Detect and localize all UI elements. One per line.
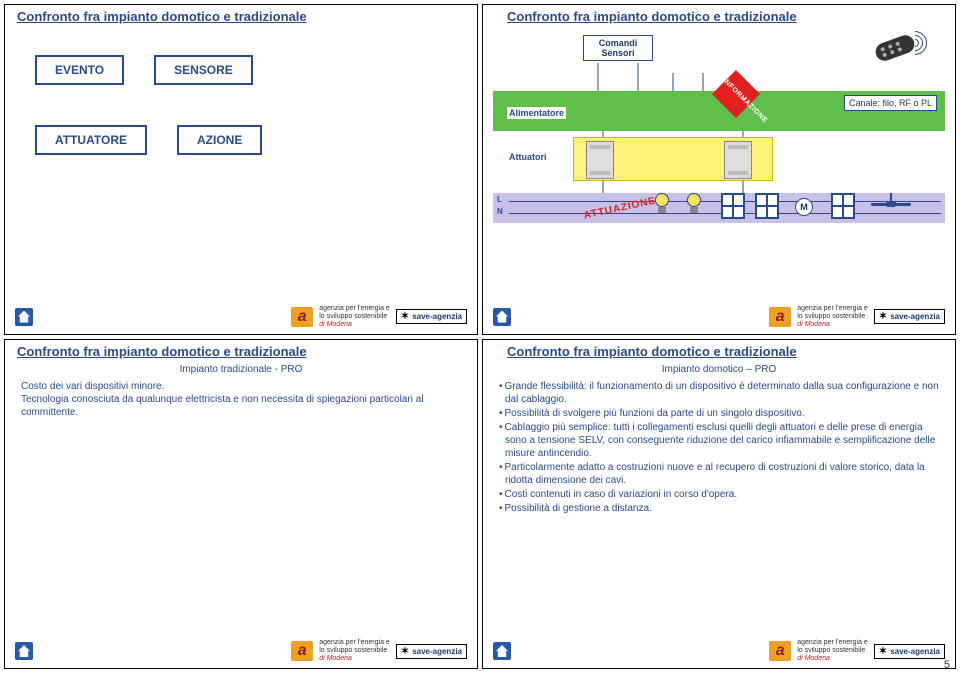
attuatori-label: Attuatori bbox=[507, 151, 549, 163]
slide2-footer: a agenzia per l'energia e lo sviluppo so… bbox=[493, 306, 945, 328]
alimentatore-label: Alimentatore bbox=[507, 107, 566, 119]
slide3-title: Confronto fra impianto domotico e tradiz… bbox=[17, 344, 465, 359]
box-sensore: SENSORE bbox=[154, 55, 253, 85]
save-label: save bbox=[412, 312, 430, 321]
slide4-bullet: Possibilità di gestione a distanza. bbox=[499, 502, 939, 515]
m-label: M bbox=[800, 202, 808, 212]
slide2-title: Confronto fra impianto domotico e tradiz… bbox=[507, 9, 943, 24]
box-evento: EVENTO bbox=[35, 55, 124, 85]
slide4-subtitle: Impianto domotico – PRO bbox=[483, 364, 955, 375]
agency-text: agenzia per l'energia e lo sviluppo sost… bbox=[797, 639, 868, 663]
slide-3: Confronto fra impianto domotico e tradiz… bbox=[4, 339, 478, 670]
save-badge: ✶ save-agenzia bbox=[874, 644, 945, 659]
agency-a-icon: a bbox=[769, 307, 791, 327]
slide3-subtitle: Impianto tradizionale - PRO bbox=[5, 364, 477, 375]
agency-text: agenzia per l'energia e lo sviluppo sost… bbox=[319, 639, 390, 663]
slide1-row2: ATTUATORE AZIONE bbox=[35, 125, 262, 155]
save-sub: -agenzia bbox=[430, 312, 462, 321]
slide4-title: Confronto fra impianto domotico e tradiz… bbox=[507, 344, 943, 359]
slide1-row1: EVENTO SENSORE bbox=[35, 55, 262, 85]
din-module-icon bbox=[724, 141, 752, 179]
slide4-footer: a agenzia per l'energia e lo sviluppo so… bbox=[493, 640, 945, 662]
save-badge: ✶ save-agenzia bbox=[396, 644, 467, 659]
house-icon bbox=[15, 308, 33, 326]
slide4-bullet: Possibilità di svolgere più funzioni da … bbox=[499, 407, 939, 420]
save-badge: ✶ save-agenzia bbox=[874, 309, 945, 324]
page-grid: Confronto fra impianto domotico e tradiz… bbox=[0, 0, 960, 673]
slide4-list: Grande flessibilità: il funzionamento di… bbox=[499, 380, 939, 515]
agency-line3: di Modena bbox=[319, 321, 352, 328]
motor-icon: M bbox=[795, 198, 813, 216]
slide4-bullet: Costi contenuti in caso di variazioni in… bbox=[499, 488, 939, 501]
slide4-bullet: Particolarmente adatto a costruzioni nuo… bbox=[499, 461, 939, 487]
actuator-rail bbox=[573, 137, 773, 181]
agency-a-icon: a bbox=[291, 641, 313, 661]
agency-text: agenzia per l'energia e lo sviluppo sost… bbox=[797, 305, 868, 329]
slide2-diagram: Comandi Sensori bbox=[493, 33, 945, 298]
slide1-footer: a agenzia per l'energia e lo sviluppo so… bbox=[15, 306, 467, 328]
box-azione: AZIONE bbox=[177, 125, 262, 155]
fan-icon bbox=[873, 193, 909, 217]
bulb-icon bbox=[653, 193, 671, 217]
agency-text: agenzia per l'energia e lo sviluppo sost… bbox=[319, 305, 390, 329]
slide1-body: EVENTO SENSORE ATTUATORE AZIONE bbox=[35, 55, 262, 155]
star-icon: ✶ bbox=[401, 646, 409, 657]
slide-4: Confronto fra impianto domotico e tradiz… bbox=[482, 339, 956, 670]
slide3-text: Costo dei vari dispositivi minore. Tecno… bbox=[21, 380, 461, 419]
house-icon bbox=[15, 642, 33, 660]
agency-line1: agenzia per l'energia e bbox=[319, 305, 390, 312]
bulb-icon bbox=[685, 193, 703, 217]
slide4-bullet: Cablaggio più semplice: tutti i collegam… bbox=[499, 421, 939, 460]
slide3-footer: a agenzia per l'energia e lo sviluppo so… bbox=[15, 640, 467, 662]
window-icon bbox=[721, 193, 745, 219]
star-icon: ✶ bbox=[879, 646, 887, 657]
slide1-title: Confronto fra impianto domotico e tradiz… bbox=[17, 9, 465, 24]
star-icon: ✶ bbox=[401, 311, 409, 322]
slide-2: Confronto fra impianto domotico e tradiz… bbox=[482, 4, 956, 335]
slide3-line1: Costo dei vari dispositivi minore. bbox=[21, 380, 461, 393]
window-icon bbox=[755, 193, 779, 219]
page-number: 5 bbox=[944, 659, 950, 671]
house-icon bbox=[493, 308, 511, 326]
n-label: N bbox=[497, 207, 503, 216]
agency-a-icon: a bbox=[769, 641, 791, 661]
canale-label: Canale: filo, RF o PL bbox=[844, 95, 937, 111]
slide4-bullet: Grande flessibilità: il funzionamento di… bbox=[499, 380, 939, 406]
agency-a-icon: a bbox=[291, 307, 313, 327]
save-badge: ✶ save-agenzia bbox=[396, 309, 467, 324]
window-icon bbox=[831, 193, 855, 219]
slide4-text: Grande flessibilità: il funzionamento di… bbox=[499, 380, 939, 516]
l-label: L bbox=[497, 195, 502, 204]
slide3-line2: Tecnologia conosciuta da qualunque elett… bbox=[21, 393, 461, 419]
din-module-icon bbox=[586, 141, 614, 179]
star-icon: ✶ bbox=[879, 311, 887, 322]
box-attuatore: ATTUATORE bbox=[35, 125, 147, 155]
house-icon bbox=[493, 642, 511, 660]
agency-line2: lo sviluppo sostenibile bbox=[319, 313, 387, 320]
slide-1: Confronto fra impianto domotico e tradiz… bbox=[4, 4, 478, 335]
